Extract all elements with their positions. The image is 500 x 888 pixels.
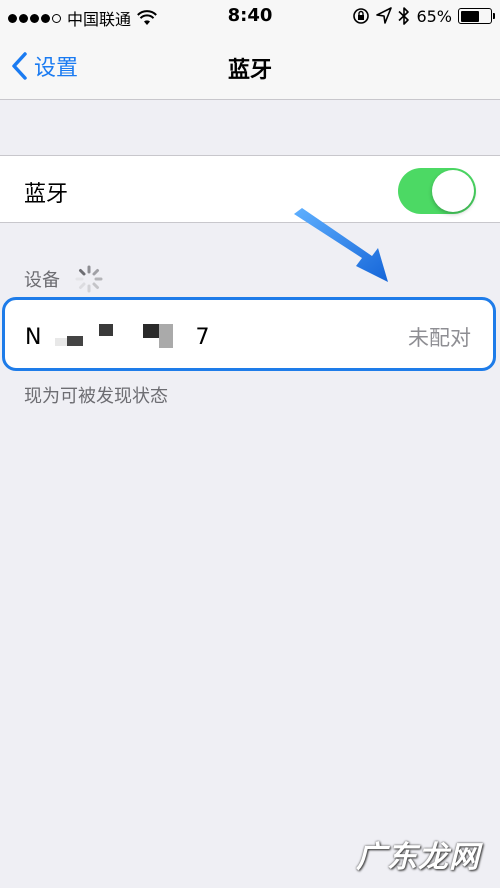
page-title: 蓝牙 [227, 58, 272, 83]
watermark: 广东龙网 [356, 840, 480, 875]
orientation-lock-icon [353, 8, 370, 24]
bluetooth-toggle-row: 蓝牙 [0, 155, 500, 223]
battery-percent: 65% [416, 6, 452, 26]
switch-knob [432, 170, 474, 212]
bluetooth-icon [398, 7, 410, 25]
battery-fill [460, 10, 480, 22]
location-icon [376, 7, 393, 24]
redacted-device-name [43, 322, 193, 352]
status-right: 65% [352, 6, 495, 26]
devices-section-header: 设备 [24, 264, 104, 294]
status-bar: 中国联通 8:40 65% [0, 0, 500, 34]
device-name-suffix: 7 [195, 324, 210, 350]
devices-header-label: 设备 [24, 270, 60, 291]
discoverable-note: 现为可被发现状态 [24, 386, 168, 407]
loading-spinner-icon [75, 265, 103, 293]
device-pair-status: 未配对 [408, 326, 471, 350]
device-name-prefix: N [25, 324, 42, 350]
bluetooth-switch[interactable] [398, 168, 476, 214]
battery-icon [458, 8, 495, 24]
device-name: N 7 [25, 322, 209, 352]
navigation-bar: 设置 蓝牙 [0, 34, 500, 100]
device-row[interactable]: N 7 未配对 [2, 297, 496, 371]
bluetooth-label: 蓝牙 [24, 182, 69, 207]
annotation-arrow-icon [294, 208, 388, 282]
